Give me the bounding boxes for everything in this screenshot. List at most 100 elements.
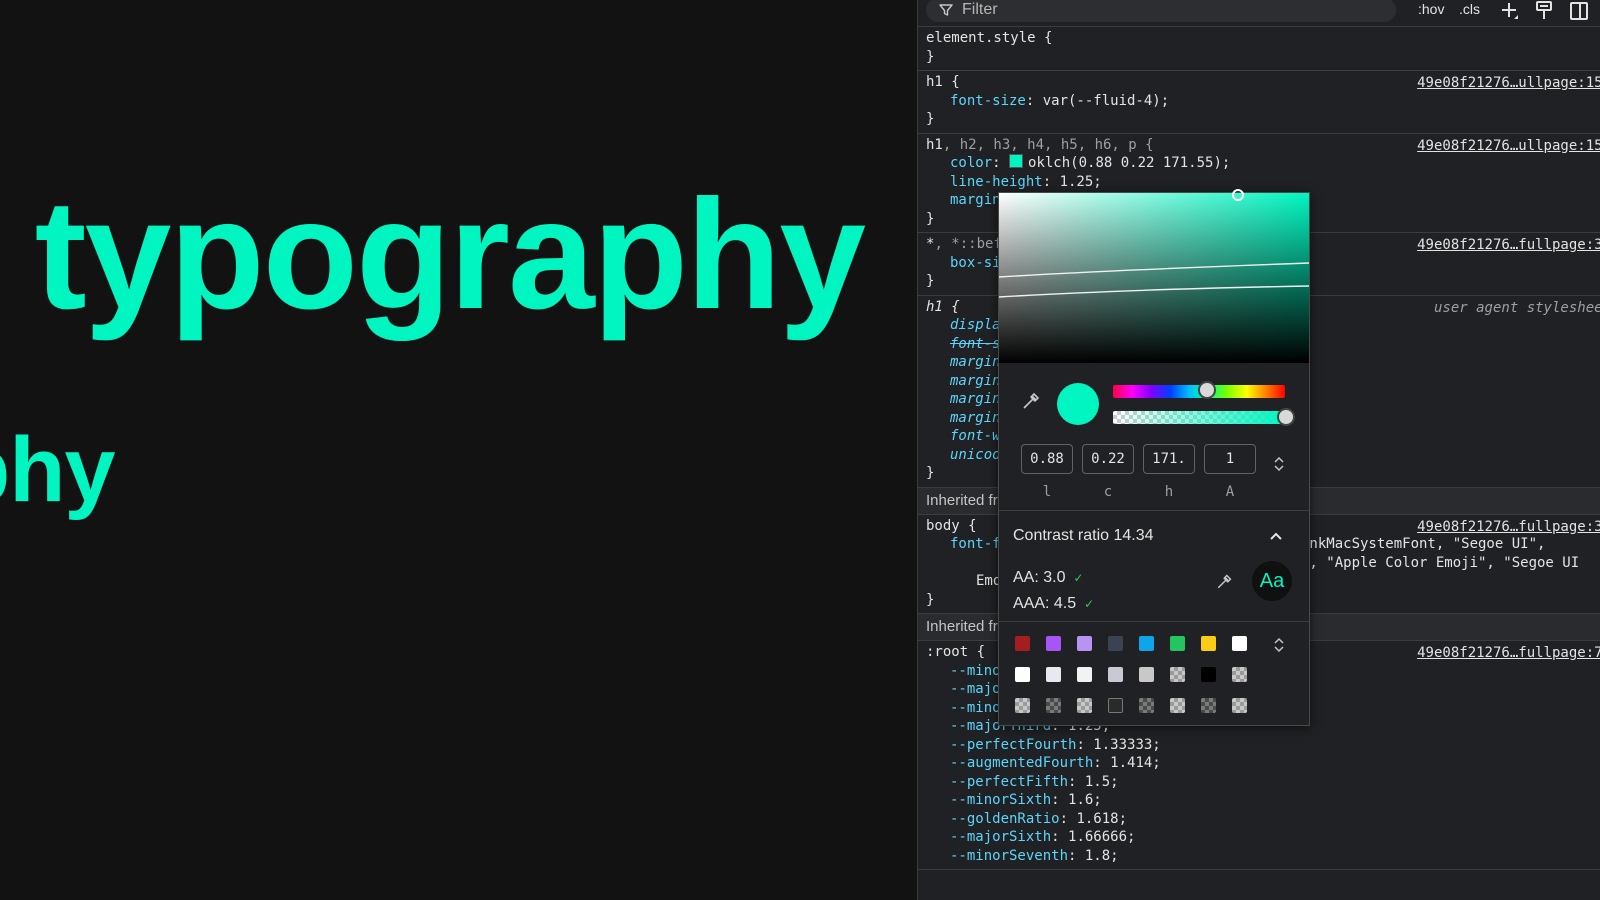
alpha-label: A xyxy=(1225,484,1235,500)
aaa-row: AAA: 4.5 ✓ xyxy=(1013,595,1094,613)
current-color-swatch xyxy=(1057,383,1099,425)
variable-value[interactable]: 1.8; xyxy=(1085,848,1119,864)
variable-value[interactable]: 1.618; xyxy=(1076,811,1127,827)
contrast-ratio-title[interactable]: Contrast ratio 14.34 xyxy=(1013,527,1154,545)
css-variable: --majorSixth: 1.66666; xyxy=(950,829,1136,845)
variable-name[interactable]: --augmentedFourth xyxy=(950,755,1093,771)
property-name[interactable]: font-size xyxy=(950,93,1026,109)
variable-name[interactable]: --perfectFifth xyxy=(950,774,1068,790)
palette-swatch[interactable] xyxy=(1201,636,1216,651)
palette-swatch[interactable] xyxy=(1201,698,1216,713)
eyedropper-icon[interactable] xyxy=(1021,389,1043,411)
property-name[interactable]: margin xyxy=(950,192,1001,208)
page-heading-large: l typography xyxy=(0,168,866,342)
chroma-input[interactable]: 0.22 xyxy=(1082,444,1134,474)
plus-icon[interactable] xyxy=(1499,0,1521,22)
css-variable: --minorSeventh: 1.8; xyxy=(950,847,1119,864)
property-value-line2[interactable]: f, "Apple Color Emoji", "Segoe UI xyxy=(1301,554,1579,573)
source-link[interactable]: 49e08f21276…fullpage:31 xyxy=(1417,237,1600,253)
background-eyedropper-icon[interactable] xyxy=(1215,571,1235,591)
aa-row: AA: 3.0 ✓ xyxy=(1013,569,1084,587)
color-swatch[interactable] xyxy=(1009,154,1024,168)
palette-swatch[interactable] xyxy=(1232,667,1247,682)
property-value[interactable]: 1.25; xyxy=(1060,174,1102,190)
aa-label: AA: 3.0 xyxy=(1013,569,1066,586)
lightness-label: l xyxy=(1042,484,1052,500)
property-value-line1[interactable]: inkMacSystemFont, "Segoe UI", xyxy=(1301,535,1545,554)
chevron-up-icon[interactable] xyxy=(1269,531,1283,541)
property-value[interactable]: var(--fluid-4); xyxy=(1043,93,1169,109)
palette-swatch[interactable] xyxy=(1015,667,1030,682)
property-name[interactable]: color xyxy=(950,155,992,171)
variable-value[interactable]: 1.33333; xyxy=(1093,737,1160,753)
source-link[interactable]: 49e08f21276…ullpage:157 xyxy=(1417,75,1600,91)
variable-value[interactable]: 1.5; xyxy=(1085,774,1119,790)
palette-swatch[interactable] xyxy=(1201,667,1216,682)
spectrum-handle[interactable] xyxy=(1232,189,1244,201)
rule-element-style: element.style { } xyxy=(918,27,1600,71)
filter-placeholder: Filter xyxy=(962,1,998,18)
palette-swatch[interactable] xyxy=(1232,698,1247,713)
palette-swatch[interactable] xyxy=(1046,636,1061,651)
palette-swatch[interactable] xyxy=(1232,636,1247,651)
hue-input[interactable]: 171. xyxy=(1143,444,1195,474)
variable-name[interactable]: --minorSeventh xyxy=(950,848,1068,864)
palette-swatch[interactable] xyxy=(1015,698,1030,713)
property-value[interactable]: oklch(0.88 0.22 171.55); xyxy=(1028,155,1230,171)
palette-swatch[interactable] xyxy=(1139,698,1154,713)
page-heading-small: phy xyxy=(0,419,116,521)
source-link[interactable]: 49e08f21276…ullpage:151 xyxy=(1417,138,1600,154)
variable-value[interactable]: 1.66666; xyxy=(1068,829,1135,845)
selector-matched[interactable]: h1 xyxy=(926,137,943,153)
palette-swatch[interactable] xyxy=(1170,636,1185,651)
filter-input[interactable]: Filter xyxy=(926,0,1396,22)
gamut-lines xyxy=(999,262,1309,298)
cls-toggle[interactable]: .cls xyxy=(1459,1,1480,17)
color-picker: 0.88 0.22 171. 1 l c h A Contrast ratio … xyxy=(998,189,1310,726)
variable-name[interactable]: --majorSixth xyxy=(950,829,1051,845)
variable-name[interactable]: --perfectFourth xyxy=(950,737,1076,753)
rule-close: } xyxy=(926,48,935,65)
check-icon: ✓ xyxy=(1073,571,1084,585)
source-link[interactable]: 49e08f21276…fullpage:72 xyxy=(1417,645,1600,661)
color-spectrum[interactable] xyxy=(999,189,1309,363)
user-agent-label: user agent stylesheet xyxy=(1433,299,1600,316)
alpha-input[interactable]: 1 xyxy=(1204,444,1256,474)
lightness-input[interactable]: 0.88 xyxy=(1021,444,1073,474)
palette-swatch[interactable] xyxy=(1170,667,1185,682)
palette-swatch[interactable] xyxy=(1139,667,1154,682)
page-preview: l typography phy xyxy=(0,0,917,900)
palette-swatch[interactable] xyxy=(1108,636,1123,651)
palette-swatch[interactable] xyxy=(1170,698,1185,713)
palette-swatch[interactable] xyxy=(1077,698,1092,713)
rule-selector[interactable]: element.style { xyxy=(926,29,1600,48)
palette-swatch[interactable] xyxy=(1077,667,1092,682)
palette-swatch[interactable] xyxy=(1108,667,1123,682)
hov-toggle[interactable]: :hov xyxy=(1418,1,1444,17)
palette-swatch[interactable] xyxy=(1015,636,1030,651)
variable-value[interactable]: 1.6; xyxy=(1068,792,1102,808)
rule-h1: 49e08f21276…ullpage:157 h1 { font-size: … xyxy=(918,71,1600,134)
variable-name[interactable]: --goldenRatio xyxy=(950,811,1060,827)
sidebar-toggle-icon[interactable] xyxy=(1568,0,1590,22)
source-link[interactable]: 49e08f21276…fullpage:39 xyxy=(1417,519,1600,535)
palette-switch-icon[interactable] xyxy=(1273,636,1285,654)
chroma-label: c xyxy=(1103,484,1113,500)
hue-slider-handle[interactable] xyxy=(1198,381,1216,399)
variable-value[interactable]: 1.414; xyxy=(1110,755,1161,771)
selector-unmatched[interactable]: , h2, h3, h4, h5, h6, p { xyxy=(943,137,1154,153)
property-name[interactable]: line-height xyxy=(950,174,1043,190)
palette-swatch[interactable] xyxy=(1046,698,1061,713)
palette-swatch[interactable] xyxy=(1046,667,1061,682)
alpha-slider[interactable] xyxy=(1113,411,1285,424)
palette-swatch[interactable] xyxy=(1077,636,1092,651)
css-variable: --augmentedFourth: 1.414; xyxy=(950,755,1161,771)
format-toggle-icon[interactable] xyxy=(1273,455,1285,473)
alpha-slider-handle[interactable] xyxy=(1277,408,1295,426)
palette-swatch[interactable] xyxy=(1139,636,1154,651)
rule-close: } xyxy=(926,111,935,127)
variable-name[interactable]: --minorSixth xyxy=(950,792,1051,808)
paint-icon[interactable] xyxy=(1533,0,1555,22)
contrast-preview: Aa xyxy=(1252,561,1292,601)
palette-swatch[interactable] xyxy=(1108,698,1123,713)
